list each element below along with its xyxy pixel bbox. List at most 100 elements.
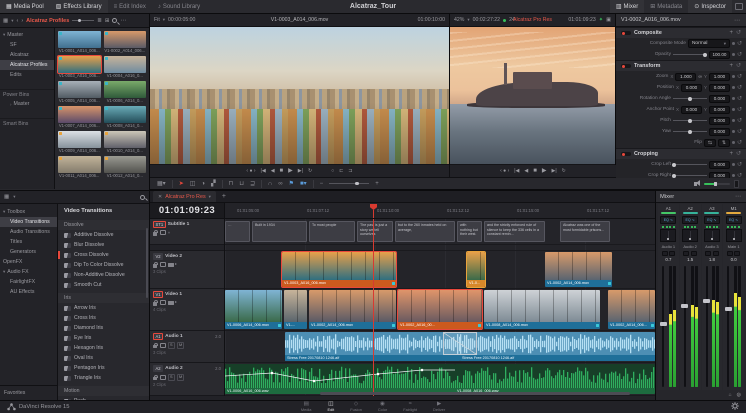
source-viewer-image[interactable] <box>150 27 449 164</box>
lock-icon[interactable] <box>153 374 158 380</box>
razor-tool-icon[interactable]: ▞ <box>211 179 216 189</box>
effect-item-dip-to-color-dissolve[interactable]: Dip To Color Dissolve <box>58 260 149 270</box>
speaker-icon[interactable] <box>694 180 700 186</box>
video-clip[interactable]: V1-0002_A014_006.mov <box>545 252 612 287</box>
link-icon[interactable]: ∞ <box>698 74 702 80</box>
media-clip-thumbnail[interactable] <box>58 156 101 173</box>
media-clip[interactable]: V1-0011_A014_006... <box>58 156 101 179</box>
mark-in-icon[interactable]: ⊏ <box>339 168 343 174</box>
effect-item-eye-iris[interactable]: Eye Iris <box>58 333 149 343</box>
timeline-zoom-select[interactable]: 42% <box>454 17 464 23</box>
bin-item-master[interactable]: ▾ Master <box>0 30 54 40</box>
flag-icon[interactable]: ⚑ <box>289 179 294 189</box>
reset-icon[interactable]: ↺ <box>736 63 741 69</box>
flip-horizontal-icon[interactable]: ⇆ <box>703 138 716 147</box>
eq-button[interactable]: EQ ∿ <box>682 215 699 224</box>
subtitle-clip[interactable]: Built in 1934 <box>252 221 307 242</box>
media-clip[interactable]: V1-0010_A014_0... <box>103 131 146 154</box>
source-zoom-select[interactable]: Fit <box>154 17 160 23</box>
options-icon[interactable]: ⋯ <box>734 17 741 24</box>
add-timeline-button[interactable]: + <box>219 193 229 200</box>
thumbnail-size-slider[interactable] <box>72 18 95 22</box>
effect-item-triangle-iris[interactable]: Triangle Iris <box>58 373 149 383</box>
effect-item-oval-iris[interactable]: Oval Iris <box>58 353 149 363</box>
media-clip[interactable]: V1-0001_A014_006... <box>58 31 101 54</box>
media-clip-thumbnail[interactable] <box>103 31 146 48</box>
track-header-a2[interactable]: A2 Audio 2 2.0 S M 2 Clips <box>150 363 224 396</box>
mute-button[interactable]: M <box>177 374 185 381</box>
overwrite-clip-icon[interactable]: ⊔ <box>239 179 244 189</box>
topbar-button-effects-library[interactable]: ▧ Effects Library <box>49 0 108 13</box>
playhead-line[interactable] <box>373 219 374 396</box>
media-clip[interactable]: V1-0009_A014_006... <box>58 131 101 154</box>
crossfade[interactable] <box>443 332 477 355</box>
camera-icon[interactable] <box>168 262 177 267</box>
effect-item-arrow-iris[interactable]: Arrow Iris <box>58 303 149 313</box>
fader-track[interactable] <box>705 266 708 387</box>
subtitle-clip[interactable]: … <box>225 221 250 242</box>
reset-icon[interactable]: ↺ <box>737 41 742 47</box>
value-box[interactable]: 0.000 <box>708 116 730 125</box>
jog-icon[interactable]: ‹ ● › <box>500 168 509 174</box>
media-clip[interactable]: V1-0004_A016_0... <box>103 56 146 79</box>
arm-button[interactable] <box>661 250 668 256</box>
effects-tree-item-toolbox[interactable]: ▾ Toolbox <box>0 207 57 217</box>
arm-button[interactable] <box>683 250 690 256</box>
fader-knob[interactable] <box>681 304 689 309</box>
mute-button[interactable] <box>712 250 719 256</box>
page-button-color[interactable]: ◉ Color <box>378 401 387 412</box>
mute-button[interactable] <box>734 250 741 256</box>
zoom-out-icon[interactable]: − <box>320 179 324 189</box>
video-clip[interactable]: V1-... <box>284 290 307 329</box>
thumbnail-view-icon[interactable]: ▦ <box>3 18 8 24</box>
go-to-start-icon[interactable]: |◀ <box>514 168 519 174</box>
section-toggle[interactable] <box>621 31 631 35</box>
expander-icon[interactable]: ▾ <box>3 269 5 275</box>
add-keyframe-icon[interactable]: + <box>729 63 733 69</box>
media-clip-thumbnail[interactable] <box>58 131 101 148</box>
value-box[interactable]: 0.000 <box>708 94 730 103</box>
bin-item-alcatraz[interactable]: Alcatraz <box>0 50 54 60</box>
slider-knob[interactable] <box>687 118 692 123</box>
effect-item-cross-dissolve[interactable]: Cross Dissolve <box>58 250 149 260</box>
pan-pad[interactable] <box>703 229 720 242</box>
keyframe-dot[interactable] <box>731 42 735 45</box>
effect-item-non-additive-dissolve[interactable]: Non-Additive Dissolve <box>58 270 149 280</box>
fader-knob[interactable] <box>703 299 710 304</box>
lock-icon[interactable] <box>153 342 158 348</box>
page-button-fairlight[interactable]: ≈ Fairlight <box>403 401 417 412</box>
media-clip-thumbnail[interactable] <box>103 106 146 123</box>
stop-icon[interactable]: ■ <box>280 168 284 174</box>
value-slider[interactable] <box>672 162 707 167</box>
track-header-v1[interactable]: V1 Video 1 4 Clips <box>150 289 224 331</box>
page-button-media[interactable]: ▤ Media <box>301 401 312 412</box>
list-view-icon[interactable]: ≣ <box>97 18 102 24</box>
reset-icon[interactable]: ↺ <box>737 162 742 168</box>
video-clip[interactable]: V1-0008_A014_006.mov <box>484 290 600 329</box>
effects-tree-item-audio-transitions[interactable]: Audio Transitions <box>0 227 57 237</box>
mark-out-icon[interactable]: ⊐ <box>348 168 352 174</box>
reset-icon[interactable]: ↺ <box>737 85 742 91</box>
audio-clip[interactable]: V1-0008_A016_006.wav <box>455 364 655 394</box>
y-value-box[interactable]: 1.000 <box>708 72 730 81</box>
search-icon[interactable] <box>112 18 118 23</box>
media-clip-thumbnail[interactable] <box>103 156 146 173</box>
reset-icon[interactable]: ↺ <box>737 52 742 58</box>
eq-button[interactable]: EQ ∿ <box>660 215 677 224</box>
audio-clip[interactable]: Stress Free 20170810 1246.aif <box>460 332 655 361</box>
slider-knob[interactable] <box>672 162 677 167</box>
lock-icon[interactable] <box>153 300 158 306</box>
topbar-button-mixer[interactable]: ▥ Mixer <box>609 0 645 13</box>
audio-monitor-slider[interactable] <box>704 181 730 186</box>
effect-item-pentagon-iris[interactable]: Pentagon Iris <box>58 363 149 373</box>
power-bin-item-master[interactable]: › Master <box>0 99 54 109</box>
reset-icon[interactable]: ↺ <box>736 30 741 36</box>
dynamic-trim-icon[interactable]: ◑ <box>201 179 205 189</box>
fader-track[interactable] <box>662 266 664 387</box>
video-clip[interactable]: V1-0002_A014_006.mov <box>309 290 396 329</box>
timeline-zoom-slider[interactable] <box>329 181 370 185</box>
y-value-box[interactable]: 0.000 <box>708 105 730 114</box>
reset-icon[interactable]: ↺ <box>737 129 742 135</box>
go-to-start-icon[interactable]: |◀ <box>261 168 266 174</box>
auto-select-icon[interactable] <box>159 374 166 380</box>
